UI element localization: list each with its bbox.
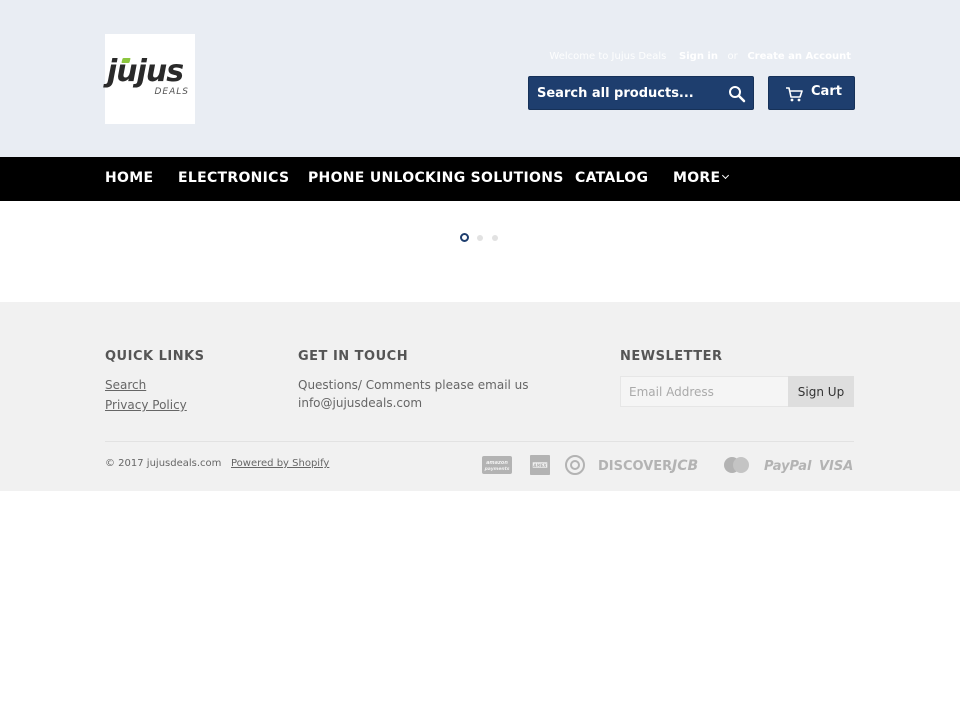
visa-icon: VISA xyxy=(819,459,854,474)
logo-subtitle: DEALS xyxy=(154,87,189,97)
search-input[interactable] xyxy=(529,77,719,109)
paypal-icon: PayPal xyxy=(764,459,812,474)
sign-in-link[interactable]: Sign in xyxy=(679,51,718,62)
create-account-link[interactable]: Create an Account xyxy=(747,51,851,62)
newsletter-signup-button[interactable]: Sign Up xyxy=(788,376,854,407)
jcb-icon: JCB xyxy=(672,458,699,474)
search-icon xyxy=(729,86,746,103)
contact-text: Questions/ Comments please email us xyxy=(298,378,529,392)
site-footer: QUICK LINKS Search Privacy Policy GET IN… xyxy=(0,302,960,491)
footer-divider xyxy=(105,441,854,442)
site-logo[interactable]: jujus DEALS xyxy=(105,34,195,124)
nav-item-electronics[interactable]: ELECTRONICS xyxy=(178,170,289,186)
cart-icon xyxy=(786,87,803,102)
newsletter-email-field[interactable] xyxy=(620,376,789,407)
svg-text:payments: payments xyxy=(484,466,510,472)
main-navigation: HOME ELECTRONICS PHONE UNLOCKING SOLUTIO… xyxy=(0,157,960,201)
get-in-touch-heading: GET IN TOUCH xyxy=(298,349,409,364)
american-express-icon: AMEX xyxy=(530,455,550,475)
welcome-text: Welcome to Jujus Deals xyxy=(549,51,667,62)
slide-dot-3[interactable] xyxy=(492,235,498,241)
svg-text:amazon: amazon xyxy=(486,460,508,466)
discover-icon: DISCOVER xyxy=(598,459,673,474)
nav-item-phone-unlocking[interactable]: PHONE UNLOCKING SOLUTIONS xyxy=(308,170,564,186)
nav-item-more[interactable]: MORE xyxy=(673,170,730,186)
svg-text:AMEX: AMEX xyxy=(532,463,547,468)
newsletter-heading: NEWSLETTER xyxy=(620,349,723,364)
or-text: or xyxy=(727,51,738,62)
slide-dot-2[interactable] xyxy=(477,235,483,241)
nav-item-catalog[interactable]: CATALOG xyxy=(575,170,648,186)
quick-links-heading: QUICK LINKS xyxy=(105,349,205,364)
cart-button[interactable]: Cart xyxy=(768,76,855,110)
footer-link-search[interactable]: Search xyxy=(105,378,146,392)
cart-label: Cart xyxy=(811,84,842,99)
slide-dot-1[interactable] xyxy=(460,233,469,242)
slideshow-pagination xyxy=(0,233,960,243)
site-header: jujus DEALS Welcome to Jujus Deals Sign … xyxy=(0,0,960,157)
search-form xyxy=(528,76,754,110)
nav-item-more-label: MORE xyxy=(673,170,721,186)
search-button[interactable] xyxy=(727,84,747,104)
amazon-payments-icon: amazon payments xyxy=(482,456,512,474)
footer-link-privacy-policy[interactable]: Privacy Policy xyxy=(105,398,187,412)
nav-item-home[interactable]: HOME xyxy=(105,170,153,186)
contact-email: info@jujusdeals.com xyxy=(298,396,423,410)
welcome-bar: Welcome to Jujus Deals Sign in or Create… xyxy=(0,51,851,62)
chevron-down-icon xyxy=(722,171,730,180)
copyright-text: © 2017 jujusdeals.com xyxy=(105,458,222,469)
diners-club-icon xyxy=(565,455,585,475)
powered-by-shopify-link[interactable]: Powered by Shopify xyxy=(231,458,329,469)
mastercard-icon xyxy=(724,457,749,473)
